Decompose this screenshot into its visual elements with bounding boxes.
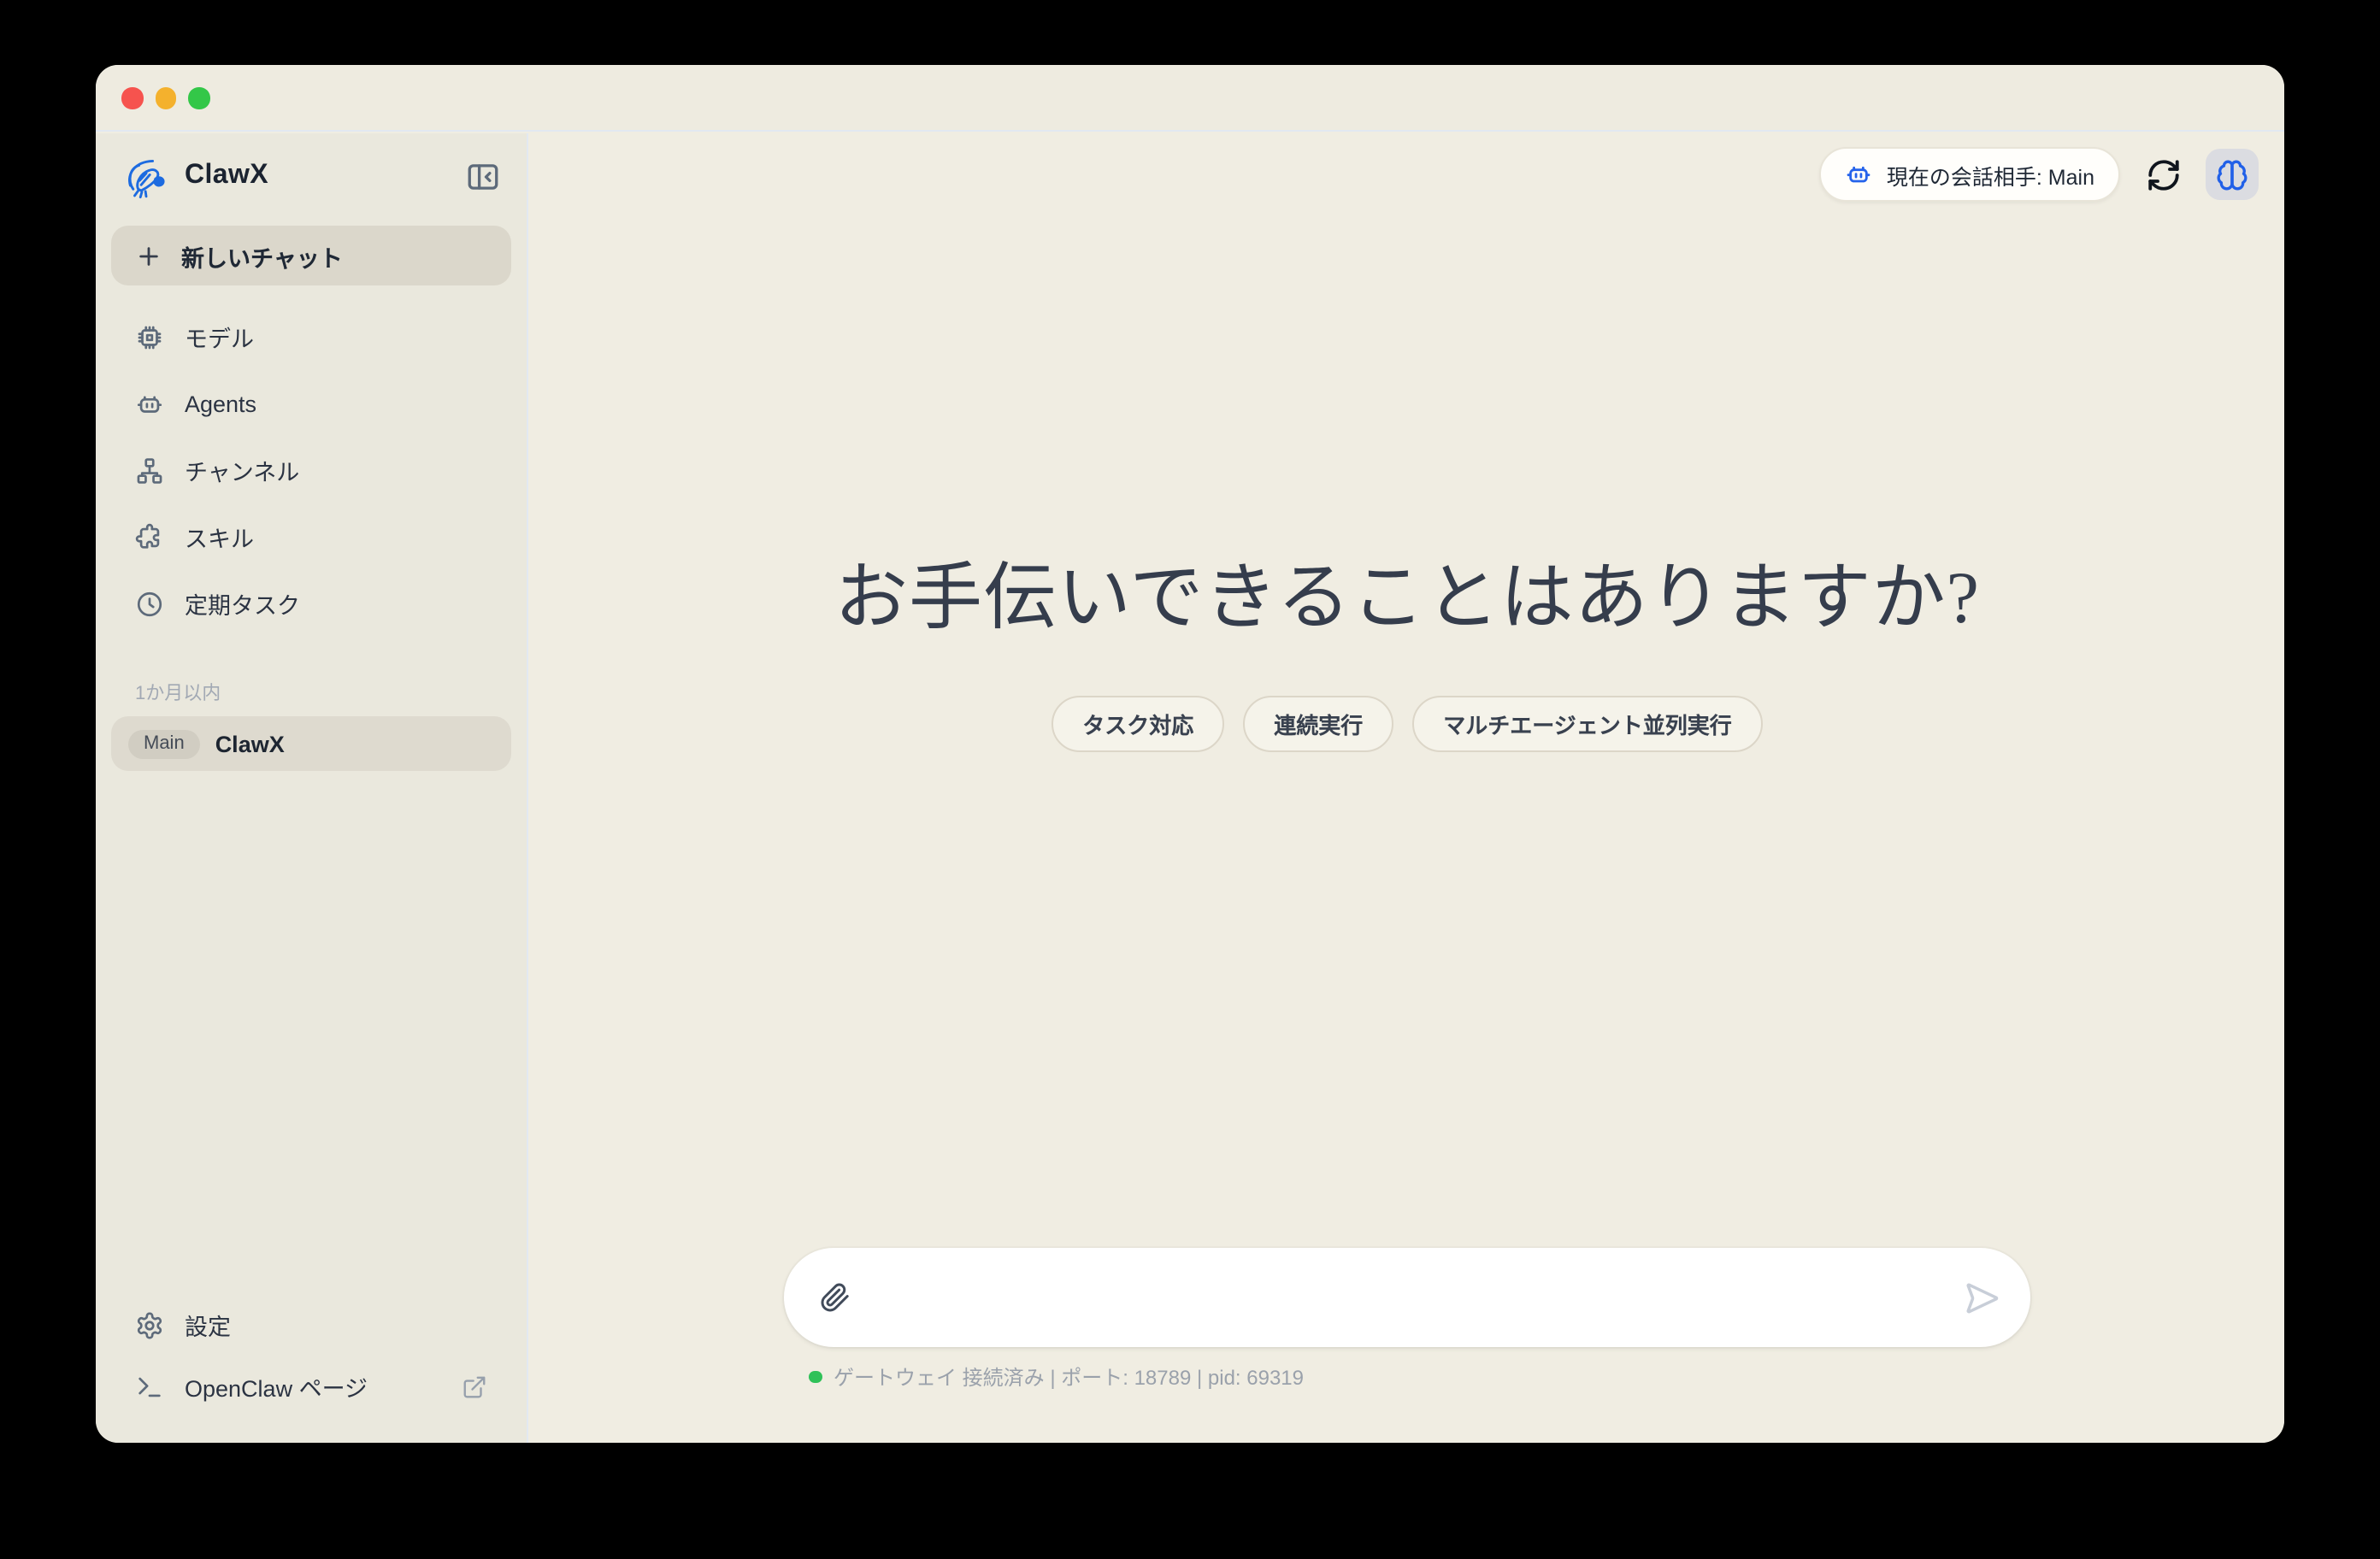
suggestion-pills: タスク対応 連続実行 マルチエージェント並列実行 [530, 696, 2284, 752]
history-item-title: ClawX [215, 731, 285, 756]
suggestion-continuous-run-button[interactable]: 連続実行 [1243, 696, 1393, 752]
suggestion-multi-agent-button[interactable]: マルチエージェント並列実行 [1412, 696, 1763, 752]
app-window: ClawX 新しいチャット [96, 65, 2284, 1443]
robot-icon [135, 389, 164, 418]
lobster-logo-icon [123, 153, 169, 199]
new-chat-label: 新しいチャット [181, 238, 343, 273]
refresh-icon [2145, 156, 2181, 192]
paperclip-icon [820, 1282, 851, 1313]
attach-button[interactable] [815, 1277, 856, 1318]
sidebar-item-openclaw-page[interactable]: OpenClaw ページ [111, 1356, 511, 1417]
sidebar-item-label: 設定 [185, 1308, 231, 1342]
sidebar-header: ClawX [111, 149, 511, 203]
sidebar-item-label: スキル [185, 520, 254, 554]
send-button[interactable] [1959, 1275, 2003, 1320]
brain-icon [2216, 158, 2248, 191]
gateway-statusbar: ゲートウェイ 接続済み | ポート: 18789 | pid: 69319 [809, 1362, 1304, 1391]
hero-section: お手伝いできることはありますか? タスク対応 連続実行 マルチエージェント並列実… [530, 561, 2284, 752]
traffic-lights [121, 87, 209, 109]
terminal-icon [135, 1372, 164, 1401]
clock-icon [135, 589, 164, 618]
robot-icon [1846, 161, 1873, 188]
app-title: ClawX [185, 161, 446, 191]
greeting-heading: お手伝いできることはありますか? [530, 561, 2284, 639]
history-item-clawx[interactable]: Main ClawX [111, 716, 511, 771]
main-badge: Main [128, 729, 200, 758]
sidebar-item-label: チャンネル [185, 453, 299, 487]
puzzle-icon [135, 522, 164, 551]
history-section-label: 1か月以内 [111, 679, 511, 706]
message-input[interactable] [856, 1248, 1959, 1347]
network-icon [135, 456, 164, 485]
composer [784, 1248, 2030, 1347]
minimize-window-button[interactable] [155, 87, 176, 109]
sidebar-item-skills[interactable]: スキル [111, 506, 511, 568]
brain-mode-button[interactable] [2206, 149, 2259, 200]
sidebar-item-label: Agents [185, 391, 256, 416]
refresh-button[interactable] [2142, 154, 2183, 195]
sidebar-item-label: モデル [185, 320, 254, 354]
external-link-icon [462, 1374, 487, 1399]
sidebar-item-models[interactable]: モデル [111, 306, 511, 368]
chat-main: 現在の会話相手: Main [530, 133, 2284, 1443]
send-icon [1963, 1280, 1999, 1315]
sidebar-menu: モデル Agents [111, 306, 511, 634]
panel-collapse-icon [464, 158, 500, 194]
gear-icon [135, 1310, 164, 1339]
plus-icon [135, 242, 162, 269]
close-window-button[interactable] [121, 87, 143, 109]
sidebar-item-label: OpenClaw ページ [185, 1369, 368, 1403]
zoom-window-button[interactable] [188, 87, 209, 109]
sidebar-item-channels[interactable]: チャンネル [111, 439, 511, 501]
sidebar-item-settings[interactable]: 設定 [111, 1294, 511, 1356]
desktop-background: ClawX 新しいチャット [0, 0, 2380, 1559]
new-chat-button[interactable]: 新しいチャット [111, 226, 511, 285]
sidebar-item-scheduled-tasks[interactable]: 定期タスク [111, 573, 511, 634]
window-titlebar [96, 65, 2284, 132]
sidebar-item-agents[interactable]: Agents [111, 373, 511, 434]
sidebar-item-label: 定期タスク [185, 586, 300, 621]
sidebar-collapse-button[interactable] [462, 156, 503, 197]
current-partner-button[interactable]: 現在の会話相手: Main [1820, 147, 2120, 202]
sidebar: ClawX 新しいチャット [96, 133, 528, 1443]
suggestion-task-button[interactable]: タスク対応 [1052, 696, 1224, 752]
current-partner-label: 現在の会話相手: Main [1887, 158, 2094, 191]
cpu-icon [135, 322, 164, 351]
status-connected-dot [809, 1371, 822, 1384]
gateway-status-text: ゲートウェイ 接続済み | ポート: 18789 | pid: 69319 [834, 1362, 1304, 1391]
top-controls: 現在の会話相手: Main [1820, 147, 2259, 202]
